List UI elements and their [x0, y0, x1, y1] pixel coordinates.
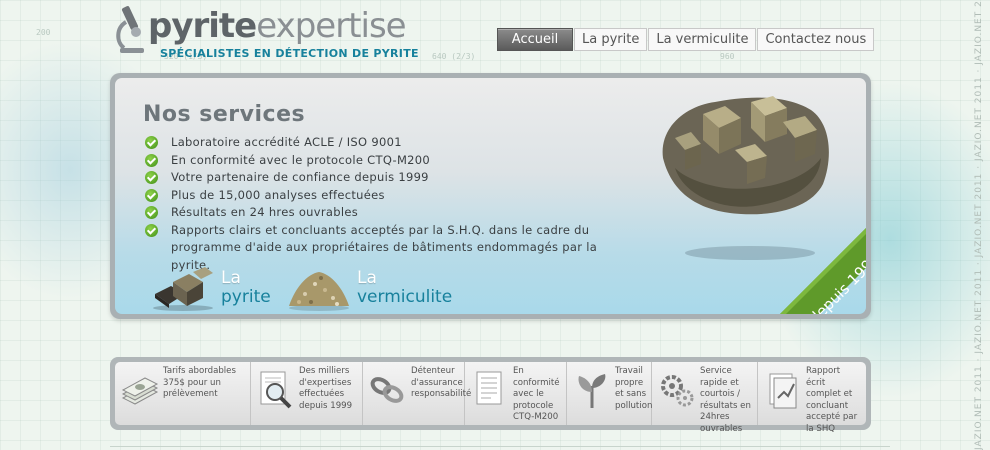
service-item-label: Laboratoire accrédité ACLE / ISO 9001 [171, 135, 402, 149]
footer-divider [110, 446, 890, 447]
features-bar: Tarifs abordables 375$ pour un prélèveme… [110, 357, 871, 434]
ruler-label: 960 [720, 52, 735, 61]
feature-item: Travail propre et sans pollution [567, 362, 652, 425]
service-item: Votre partenaire de confiance depuis 199… [145, 169, 625, 187]
magnifier-icon [260, 371, 292, 409]
ruler-label: 640 (2/3) [432, 52, 476, 61]
service-item-label: En conformité avec le protocole CTQ-M200 [171, 152, 431, 167]
check-icon [145, 206, 158, 219]
since-1999-ribbon: depuis 1999 [780, 228, 866, 314]
logo-word-bold: pyrite [148, 6, 257, 46]
check-icon [145, 153, 158, 167]
link-la-vermiculite-l2: vermiculite [357, 287, 453, 307]
ruler-label: 200 [36, 28, 51, 37]
microscope-icon [116, 6, 144, 53]
check-icon [145, 223, 158, 237]
link-la-pyrite[interactable]: La pyrite [149, 263, 271, 313]
feature-text: Service rapide et courtois / résultats e… [700, 366, 751, 434]
service-item-label: Plus de 15,000 analyses effectuées [171, 187, 385, 202]
feature-item: Des milliers d'expertises effectuées dep… [251, 362, 363, 425]
nav-la-vermiculite[interactable]: La vermiculite [648, 28, 757, 51]
feature-item: Rapport écrit complet et concluant accep… [758, 362, 866, 434]
nav-contactez-nous[interactable]: Contactez nous [757, 28, 875, 51]
feature-item: En conformité avec le protocole CTQ-M200 [465, 362, 567, 425]
logo-tagline: SPÉCIALISTES EN DÉTECTION DE PYRITE [160, 47, 419, 60]
link-la-vermiculite[interactable]: La vermiculite [285, 263, 452, 313]
feature-text: Détenteur d'assurance responsabilité [411, 366, 472, 399]
check-icon [145, 136, 158, 149]
watermark: JAZIO.NET 2011 · JAZIO.NET 2011 · JAZIO.… [974, 0, 984, 450]
logo-word-light: expertise [256, 6, 406, 46]
money-icon [121, 377, 159, 405]
services-list: Laboratoire accrédité ACLE / ISO 9001 En… [145, 134, 625, 274]
services-title: Nos services [143, 102, 306, 127]
feature-item: Tarifs abordables 375$ pour un prélèveme… [115, 362, 251, 425]
services-panel: Nos services Laboratoire accrédité ACLE … [110, 73, 871, 319]
service-item-label: Votre partenaire de confiance depuis 199… [171, 170, 429, 184]
nav-accueil[interactable]: Accueil [497, 28, 573, 51]
main-nav: Accueil La pyrite La vermiculite Contact… [497, 28, 875, 51]
report-icon [769, 373, 797, 409]
feature-text: En conformité avec le protocole CTQ-M200 [513, 366, 560, 422]
vermiculite-pile-icon [289, 272, 349, 311]
pyrite-cubes-icon [153, 267, 213, 311]
chain-icon [370, 377, 404, 403]
link-la-pyrite-l1: La [221, 268, 241, 288]
service-item: En conformité avec le protocole CTQ-M200 [145, 152, 625, 170]
check-icon [145, 171, 158, 184]
gears-icon [661, 375, 694, 407]
link-la-pyrite-l2: pyrite [221, 287, 271, 307]
service-item: Résultats en 24 hres ouvrables [145, 204, 625, 222]
feature-text: Travail propre et sans pollution [615, 366, 653, 411]
check-icon [145, 188, 158, 202]
plant-icon [578, 374, 606, 408]
document-icon [476, 371, 502, 405]
feature-text: Des milliers d'expertises effectuées dep… [299, 366, 353, 411]
logo[interactable]: pyriteexpertise SPÉCIALISTES EN DÉTECTIO… [112, 2, 419, 62]
service-item-label: Résultats en 24 hres ouvrables [171, 205, 358, 219]
service-item: Plus de 15,000 analyses effectuées [145, 187, 625, 205]
nav-la-pyrite[interactable]: La pyrite [574, 28, 648, 51]
service-item: Laboratoire accrédité ACLE / ISO 9001 [145, 134, 625, 152]
link-la-vermiculite-l1: La [357, 268, 377, 288]
feature-text: Rapport écrit complet et concluant accep… [806, 366, 858, 434]
feature-item: Service rapide et courtois / résultats e… [652, 362, 758, 434]
feature-text: Tarifs abordables 375$ pour un prélèveme… [163, 366, 236, 399]
feature-item: Détenteur d'assurance responsabilité [363, 362, 471, 425]
logo-wordmark: pyriteexpertise [148, 6, 407, 46]
